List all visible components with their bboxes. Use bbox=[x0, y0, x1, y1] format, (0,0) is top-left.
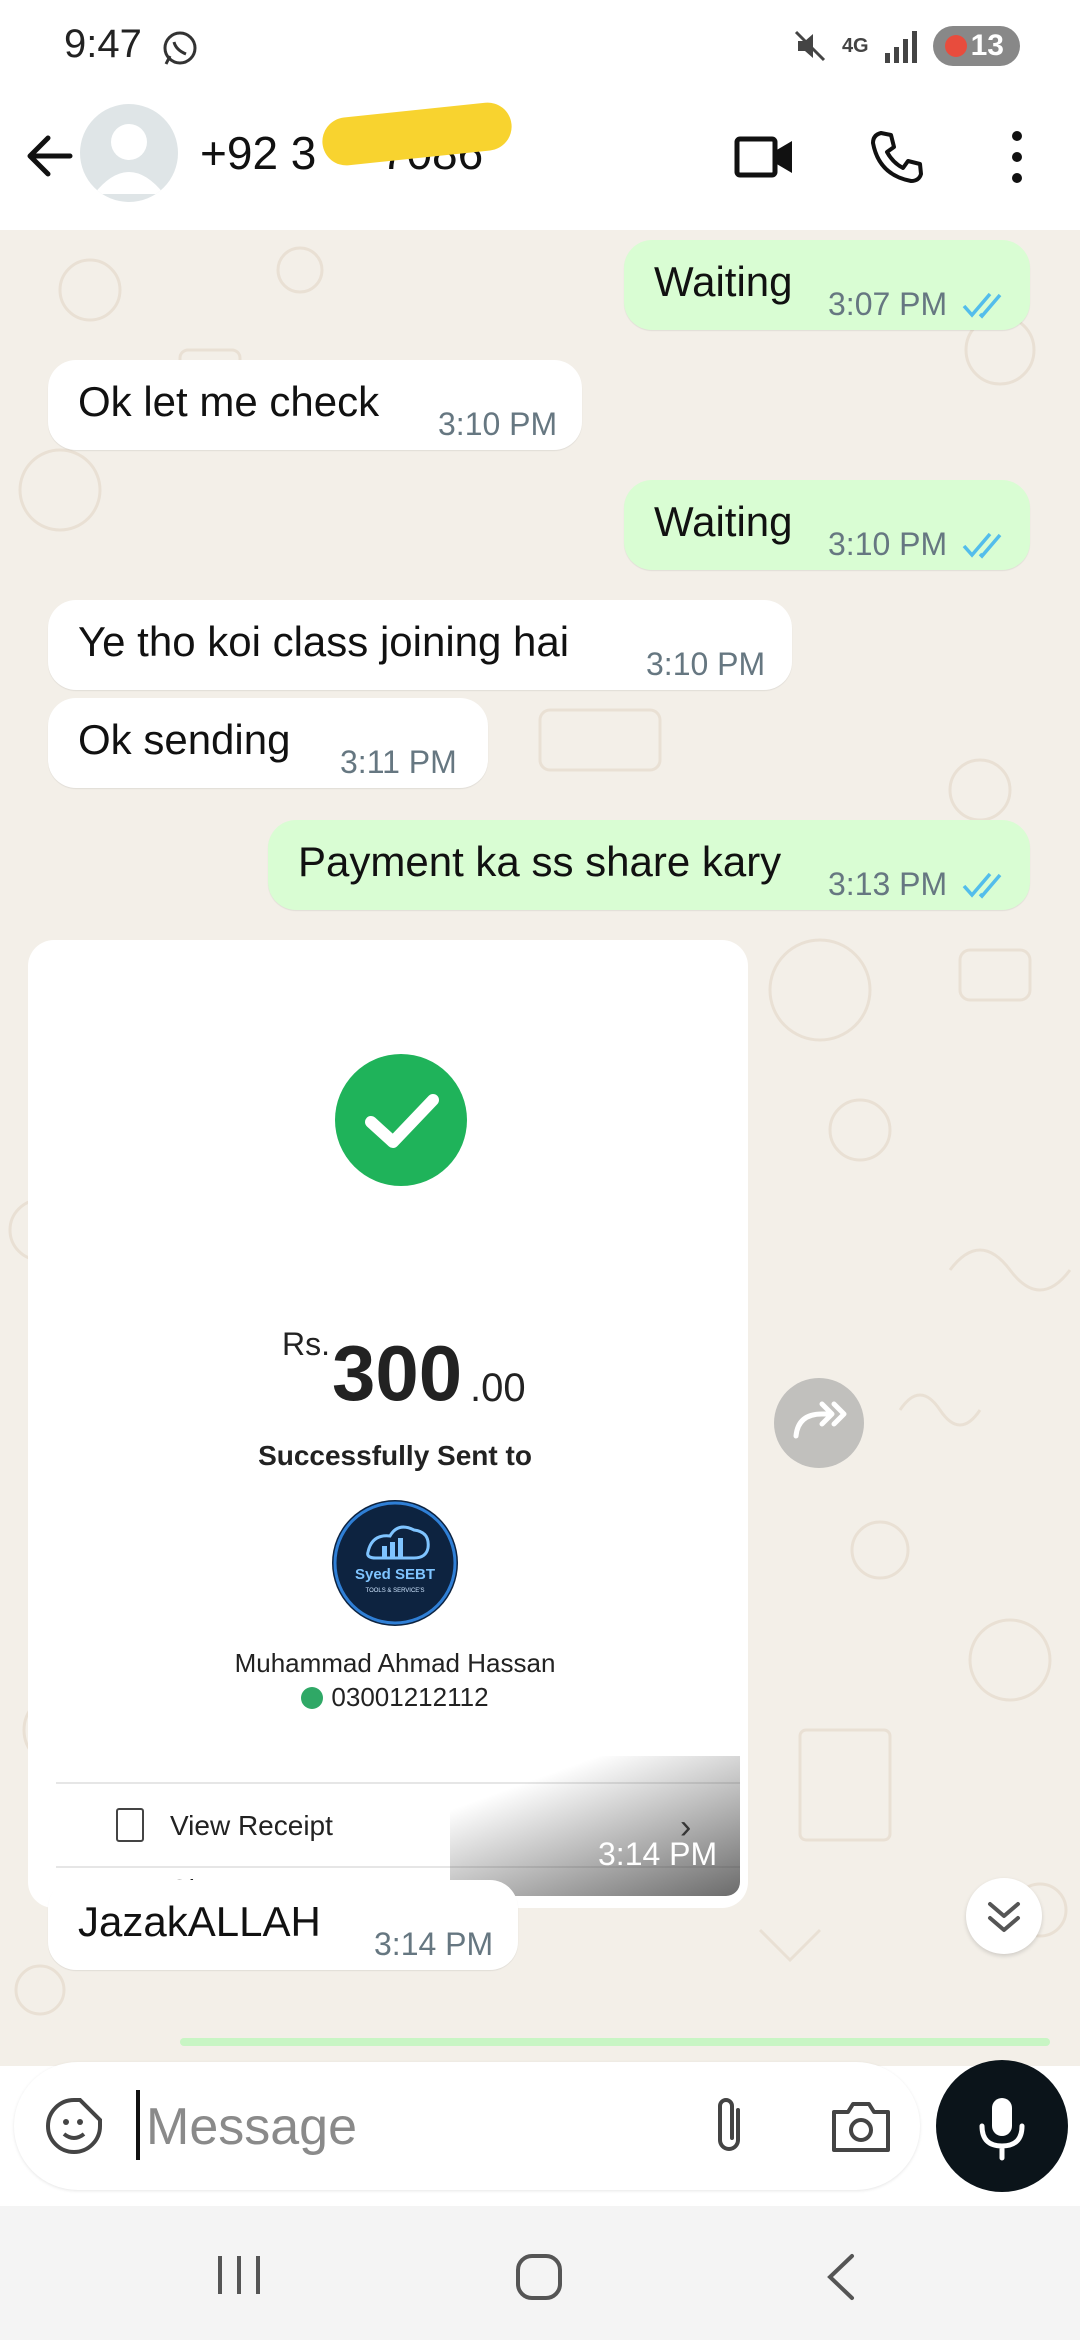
message-incoming[interactable]: Ye tho koi class joining hai 3:10 PM bbox=[48, 600, 792, 690]
battery-saver-icon bbox=[944, 35, 967, 57]
sticker-icon[interactable] bbox=[44, 2096, 104, 2156]
message-incoming[interactable]: Ok sending 3:11 PM bbox=[48, 698, 488, 788]
message-text: Payment ka ss share kary bbox=[298, 838, 782, 885]
payment-screenshot: Rs. 300 .00 Successfully Sent to Syed SE… bbox=[50, 956, 740, 1896]
payment-status: Successfully Sent to bbox=[258, 1440, 532, 1471]
message-time: 3:10 PM bbox=[646, 646, 766, 682]
video-call-button[interactable] bbox=[730, 122, 800, 192]
phone-icon bbox=[871, 131, 923, 183]
message-text: JazakALLAH bbox=[78, 1898, 321, 1945]
status-icons: 4G 13 bbox=[792, 26, 1020, 66]
currency-label: Rs. bbox=[282, 1326, 330, 1362]
attach-icon[interactable] bbox=[702, 2092, 756, 2158]
wallet-icon bbox=[301, 1686, 324, 1709]
message-time: 3:07 PM bbox=[828, 286, 948, 322]
amount-value: 300 bbox=[332, 1329, 463, 1417]
voice-call-button[interactable] bbox=[862, 122, 932, 192]
status-time: 9:47 bbox=[64, 22, 142, 66]
forward-icon bbox=[793, 1401, 847, 1439]
receipt-icon bbox=[116, 1808, 144, 1842]
success-check-icon bbox=[335, 1054, 467, 1186]
text-cursor bbox=[136, 2090, 140, 2160]
message-text: Ye tho koi class joining hai bbox=[78, 618, 570, 665]
message-outgoing[interactable]: Waiting 3:07 PM bbox=[624, 240, 1030, 330]
recent-apps-icon[interactable] bbox=[214, 2252, 264, 2298]
message-text: Waiting bbox=[654, 258, 793, 305]
battery-indicator: 13 bbox=[932, 26, 1020, 66]
mute-icon bbox=[794, 30, 825, 62]
message-input-bar bbox=[14, 2062, 920, 2190]
chat-area[interactable]: Waiting 3:07 PM Ok let me check 3:10 PM … bbox=[0, 230, 1080, 2066]
message-time: 3:10 PM bbox=[438, 406, 558, 442]
amount-decimals: .00 bbox=[470, 1366, 526, 1410]
double-chevron-down-icon bbox=[988, 1902, 1020, 1932]
video-camera-icon bbox=[734, 136, 792, 178]
signal-icon bbox=[884, 31, 917, 63]
redaction-mark bbox=[320, 100, 514, 168]
read-ticks-icon bbox=[962, 872, 1002, 899]
message-time: 3:14 PM bbox=[374, 1926, 494, 1962]
message-time: 3:11 PM bbox=[340, 744, 457, 780]
message-text: Ok let me check bbox=[78, 378, 380, 425]
highlight-bar bbox=[180, 2038, 1050, 2046]
voice-message-button[interactable] bbox=[936, 2060, 1068, 2192]
view-receipt-label: View Receipt bbox=[170, 1810, 333, 1841]
message-outgoing[interactable]: Payment ka ss share kary 3:13 PM bbox=[268, 820, 1030, 910]
forward-button[interactable] bbox=[774, 1378, 864, 1468]
logo-subtitle: TOOLS & SERVICE'S bbox=[366, 1588, 425, 1594]
message-outgoing[interactable]: Waiting 3:10 PM bbox=[624, 480, 1030, 570]
image-message-time: 3:14 PM bbox=[598, 1836, 718, 1872]
logo-title: Syed SEBT bbox=[355, 1566, 435, 1583]
default-avatar-icon bbox=[94, 124, 164, 194]
microphone-icon bbox=[979, 2098, 1025, 2161]
message-input[interactable] bbox=[144, 2084, 708, 2170]
recipient-logo: Syed SEBT TOOLS & SERVICE'S bbox=[332, 1500, 458, 1626]
back-arrow-icon[interactable] bbox=[20, 126, 80, 186]
message-incoming[interactable]: Ok let me check 3:10 PM bbox=[48, 360, 582, 450]
message-text: Ok sending bbox=[78, 716, 291, 763]
read-ticks-icon bbox=[962, 292, 1002, 319]
message-incoming[interactable]: JazakALLAH 3:14 PM bbox=[48, 1880, 518, 1970]
camera-icon[interactable] bbox=[830, 2098, 892, 2154]
recipient-phone-row: 03001212112 bbox=[50, 1682, 740, 1713]
network-type: 4G bbox=[841, 35, 869, 57]
recipient-phone: 03001212112 bbox=[331, 1682, 489, 1712]
more-vertical-icon bbox=[1012, 131, 1022, 183]
scroll-to-bottom-button[interactable] bbox=[966, 1878, 1042, 1954]
status-bar: 9:47 4G 13 bbox=[0, 0, 1080, 96]
message-text: Waiting bbox=[654, 498, 793, 545]
recipient-name: Muhammad Ahmad Hassan bbox=[234, 1648, 556, 1678]
message-time: 3:13 PM bbox=[828, 866, 948, 902]
read-ticks-icon bbox=[962, 532, 1002, 559]
battery-level: 13 bbox=[970, 29, 1004, 62]
avatar[interactable] bbox=[80, 104, 178, 202]
back-nav-icon[interactable] bbox=[822, 2252, 858, 2302]
more-options-button[interactable] bbox=[982, 122, 1052, 192]
image-message[interactable]: Rs. 300 .00 Successfully Sent to Syed SE… bbox=[28, 940, 748, 1908]
message-time: 3:10 PM bbox=[828, 526, 948, 562]
image-shade bbox=[450, 1756, 740, 1896]
home-icon[interactable] bbox=[514, 2252, 564, 2302]
system-nav-bar bbox=[0, 2206, 1080, 2340]
chat-header: +92 3 7086 bbox=[0, 96, 1080, 230]
whatsapp-notification-icon bbox=[163, 31, 197, 65]
